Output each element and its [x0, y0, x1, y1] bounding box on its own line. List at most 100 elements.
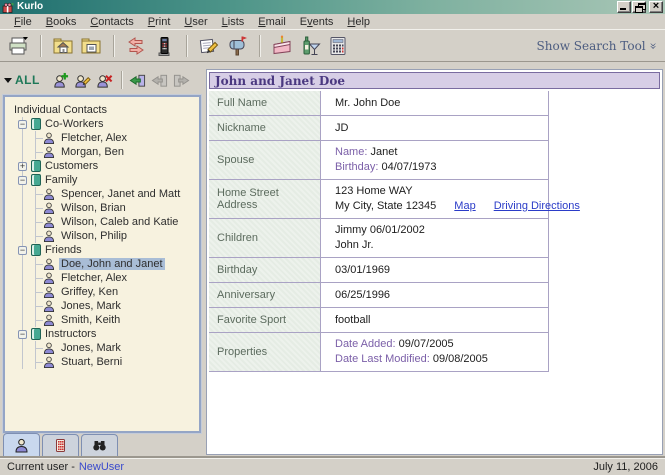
tree-group-instructors[interactable]: −Instructors	[23, 327, 197, 341]
book-icon	[31, 174, 41, 186]
tree-contact-item[interactable]: Wilson, Philip	[36, 229, 197, 243]
edit-note-button[interactable]	[195, 33, 223, 59]
nav-forward-button	[171, 69, 193, 91]
filter-dropdown[interactable]: ALL	[4, 73, 40, 87]
calculator-button[interactable]	[324, 33, 352, 59]
move-contact-button[interactable]	[127, 69, 149, 91]
contacts-tree-panel: Individual Contacts −Co-WorkersFletcher,…	[3, 95, 201, 433]
expand-icon[interactable]: +	[18, 162, 27, 171]
menu-bar: FileBooksContactsPrintUserListsEmailEven…	[0, 14, 665, 29]
contact-name: Morgan, Ben	[59, 146, 126, 158]
map-link[interactable]: Map	[454, 200, 475, 212]
menu-lists[interactable]: Lists	[215, 16, 252, 28]
detail-row: PropertiesDate Added: 09/07/2005Date Las…	[209, 333, 548, 372]
driving-directions-link[interactable]: Driving Directions	[494, 200, 580, 212]
tree-group-friends[interactable]: −Friends	[23, 243, 197, 257]
collapse-icon[interactable]: −	[18, 176, 27, 185]
tree-contact-item[interactable]: Morgan, Ben	[36, 145, 197, 159]
restore-button[interactable]	[632, 1, 646, 13]
home-book-button[interactable]	[49, 33, 77, 59]
detail-row: Full Name Mr. John Doe	[209, 91, 548, 116]
tree-contact-item[interactable]: Wilson, Caleb and Katie	[36, 215, 197, 229]
person-icon	[43, 314, 55, 326]
print-button[interactable]	[4, 33, 32, 59]
birthday-cake-button[interactable]	[268, 33, 296, 59]
mailbox-button[interactable]	[223, 33, 251, 59]
tree-contact-item[interactable]: Fletcher, Alex	[36, 271, 197, 285]
tree-contact-item[interactable]: Jones, Mark	[36, 341, 197, 355]
tree-contact-item[interactable]: Jones, Mark	[36, 299, 197, 313]
delete-contact-button[interactable]	[94, 69, 116, 91]
menu-events[interactable]: Events	[293, 16, 341, 28]
mailbox-icon	[226, 35, 248, 57]
contact-name: Jones, Mark	[59, 300, 123, 312]
contact-name: Smith, Keith	[59, 314, 122, 326]
field-value: JD	[321, 116, 548, 140]
person-icon	[14, 438, 29, 453]
menu-books[interactable]: Books	[39, 16, 84, 28]
tree-contact-item[interactable]: Fletcher, Alex	[36, 131, 197, 145]
value-text: JD	[335, 122, 348, 134]
field-label: Spouse	[209, 141, 321, 179]
menu-help[interactable]: Help	[340, 16, 377, 28]
group-label: Co-Workers	[45, 118, 103, 130]
detail-row: Birthday03/01/1969	[209, 258, 548, 283]
edit-contact-icon	[74, 72, 91, 89]
edit-note-icon	[198, 35, 220, 57]
field-label: Anniversary	[209, 283, 321, 307]
tab-contacts[interactable]	[3, 433, 40, 456]
tree-groups: −Co-WorkersFletcher, AlexMorgan, Ben+Cus…	[22, 117, 197, 369]
tab-dialer[interactable]	[42, 434, 79, 456]
dialer-icon	[53, 438, 68, 453]
menu-email[interactable]: Email	[251, 16, 293, 28]
person-icon	[43, 258, 55, 270]
tree-contact-item[interactable]: Griffey, Ken	[36, 285, 197, 299]
show-search-tool-link[interactable]: Show Search Tool »	[537, 39, 657, 53]
minimize-button[interactable]	[617, 1, 631, 13]
collapse-icon[interactable]: −	[18, 246, 27, 255]
field-label: Full Name	[209, 91, 321, 115]
collapse-icon[interactable]: −	[18, 120, 27, 129]
tree-contact-item[interactable]: Doe, John and Janet	[36, 257, 197, 271]
value-text: 03/01/1969	[335, 264, 390, 276]
detail-row: Anniversary06/25/1996	[209, 283, 548, 308]
contact-name-header: John and Janet Doe	[209, 72, 660, 89]
close-button[interactable]	[649, 1, 663, 13]
menu-file[interactable]: File	[7, 16, 39, 28]
sync-button[interactable]	[122, 33, 150, 59]
tab-search[interactable]	[81, 434, 118, 456]
current-user-link[interactable]: NewUser	[79, 461, 124, 473]
phone-dialer-button[interactable]	[150, 33, 178, 59]
party-drinks-icon	[299, 35, 321, 57]
value-text: Name:	[335, 146, 367, 158]
app-icon	[2, 2, 14, 13]
collapse-icon[interactable]: −	[18, 330, 27, 339]
picture-book-button[interactable]	[77, 33, 105, 59]
tree-contact-item[interactable]: Wilson, Brian	[36, 201, 197, 215]
field-value: Date Added: 09/07/2005Date Last Modified…	[321, 333, 548, 371]
tree-group-co-workers[interactable]: −Co-Workers	[23, 117, 197, 131]
chevron-down-icon: »	[648, 42, 658, 49]
status-date: July 11, 2006	[593, 461, 658, 473]
field-value: football	[321, 308, 548, 332]
main-area: ALL Individual Contacts −Co-WorkersFletc…	[0, 62, 665, 458]
value-text: Birthday:	[335, 161, 378, 173]
tree-contact-item[interactable]: Stuart, Berni	[36, 355, 197, 369]
edit-contact-button[interactable]	[72, 69, 94, 91]
tree-contact-item[interactable]: Smith, Keith	[36, 313, 197, 327]
tree-contact-item[interactable]: Spencer, Janet and Matt	[36, 187, 197, 201]
party-drinks-button[interactable]	[296, 33, 324, 59]
phone-dialer-icon	[153, 35, 175, 57]
menu-print[interactable]: Print	[141, 16, 178, 28]
field-value: 06/25/1996	[321, 283, 548, 307]
add-contact-button[interactable]	[50, 69, 72, 91]
menu-contacts[interactable]: Contacts	[83, 16, 140, 28]
tree-group-customers[interactable]: +Customers	[23, 159, 197, 173]
field-label: Nickname	[209, 116, 321, 140]
menu-user[interactable]: User	[177, 16, 214, 28]
contact-name: Jones, Mark	[59, 342, 123, 354]
toolbar-separator	[259, 35, 260, 57]
tree-group-family[interactable]: −Family	[23, 173, 197, 187]
value-text: Mr. John Doe	[335, 97, 400, 109]
tree-root[interactable]: Individual Contacts	[12, 103, 197, 117]
